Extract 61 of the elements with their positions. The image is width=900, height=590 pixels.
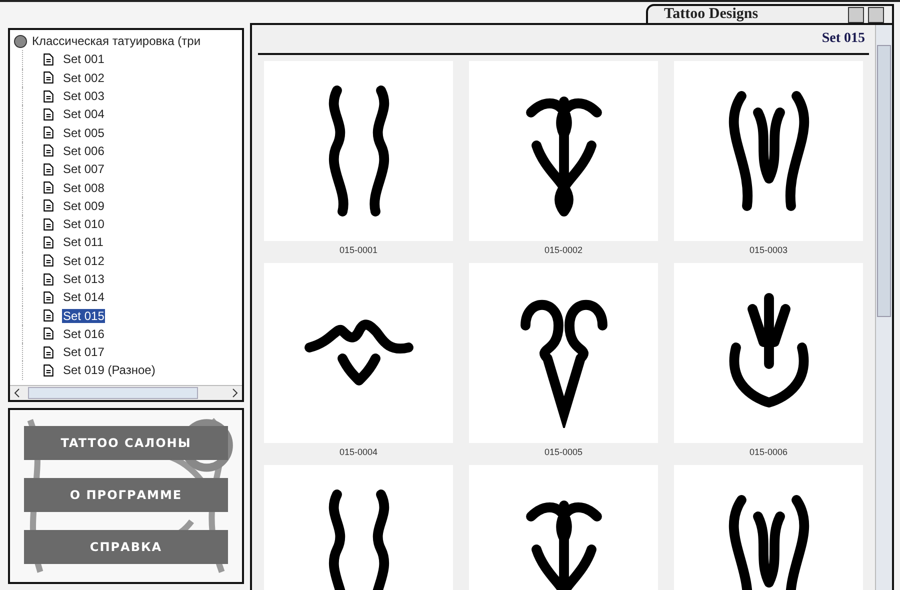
- minimize-button[interactable]: [848, 6, 864, 22]
- scroll-left-icon[interactable]: [13, 388, 21, 398]
- document-icon: [43, 144, 54, 158]
- document-icon: [43, 327, 54, 340]
- tree-item[interactable]: Set 008: [62, 180, 106, 195]
- tree-item[interactable]: Set 006: [62, 144, 106, 158]
- window-title: Tattoo Designs: [664, 6, 760, 23]
- tree-item[interactable]: Set 019 (Разное): [62, 363, 156, 378]
- document-icon: [43, 236, 54, 249]
- document-icon: [43, 52, 54, 66]
- tree-item[interactable]: Set 007: [62, 162, 106, 176]
- thumbnail-card[interactable]: [469, 61, 658, 241]
- thumbnail-card[interactable]: [264, 61, 453, 241]
- document-icon: [43, 309, 54, 322]
- tree-item[interactable]: Set 014: [62, 290, 106, 304]
- thumbnail-caption: 015-0005: [544, 446, 583, 459]
- menu-button[interactable]: О ПРОГРАММЕ: [24, 478, 228, 512]
- thumbnail-caption: 015-0001: [339, 244, 378, 257]
- thumbnail-caption: 015-0003: [749, 244, 788, 257]
- tree-item[interactable]: Set 002: [62, 70, 106, 85]
- tree-item[interactable]: Set 009: [62, 198, 106, 213]
- close-button[interactable]: [868, 6, 884, 22]
- document-icon: [43, 364, 54, 377]
- thumbnail-card[interactable]: [264, 263, 453, 443]
- thumbnail-caption: 015-0006: [749, 446, 788, 459]
- horizontal-scrollbar[interactable]: [10, 385, 242, 400]
- tree-item[interactable]: Set 011: [62, 235, 104, 250]
- thumbnail-card[interactable]: [674, 263, 863, 443]
- tree-item[interactable]: Классическая татуировка (три: [31, 34, 202, 48]
- tree-item[interactable]: Set 005: [62, 126, 106, 140]
- scroll-right-icon[interactable]: [231, 388, 239, 398]
- document-icon: [43, 254, 54, 268]
- thumbnail-card[interactable]: [674, 61, 863, 241]
- document-icon: [43, 126, 54, 140]
- tree-item[interactable]: Set 017: [62, 345, 106, 360]
- document-icon: [43, 90, 54, 103]
- tree-item[interactable]: Set 004: [62, 107, 106, 122]
- document-icon: [43, 108, 54, 121]
- document-icon: [43, 290, 54, 304]
- document-icon: [43, 218, 54, 231]
- tree-item[interactable]: Set 015: [62, 308, 106, 323]
- tree-item[interactable]: Set 001: [62, 52, 106, 66]
- tree-item[interactable]: Set 003: [62, 89, 106, 104]
- document-icon: [43, 162, 54, 176]
- tree-item[interactable]: Set 010: [62, 217, 106, 232]
- document-icon: [43, 71, 54, 84]
- document-icon: [43, 346, 54, 359]
- tree-item[interactable]: Set 012: [62, 254, 106, 268]
- vertical-scrollbar[interactable]: [875, 25, 892, 590]
- document-icon: [43, 181, 54, 194]
- tree-toggle-icon[interactable]: [14, 34, 27, 48]
- set-heading: Set 015: [258, 25, 869, 55]
- document-icon: [43, 272, 54, 286]
- tree-item[interactable]: Set 013: [62, 272, 106, 286]
- thumbnail-card[interactable]: [469, 263, 658, 443]
- thumbnail-caption: 015-0002: [544, 244, 583, 257]
- menu-button[interactable]: TATTOO САЛОНЫ: [24, 426, 228, 460]
- menu-button[interactable]: СПРАВКА: [24, 530, 228, 564]
- tree-item[interactable]: Set 016: [62, 326, 106, 341]
- document-icon: [43, 199, 54, 212]
- thumbnail-caption: 015-0004: [339, 446, 378, 459]
